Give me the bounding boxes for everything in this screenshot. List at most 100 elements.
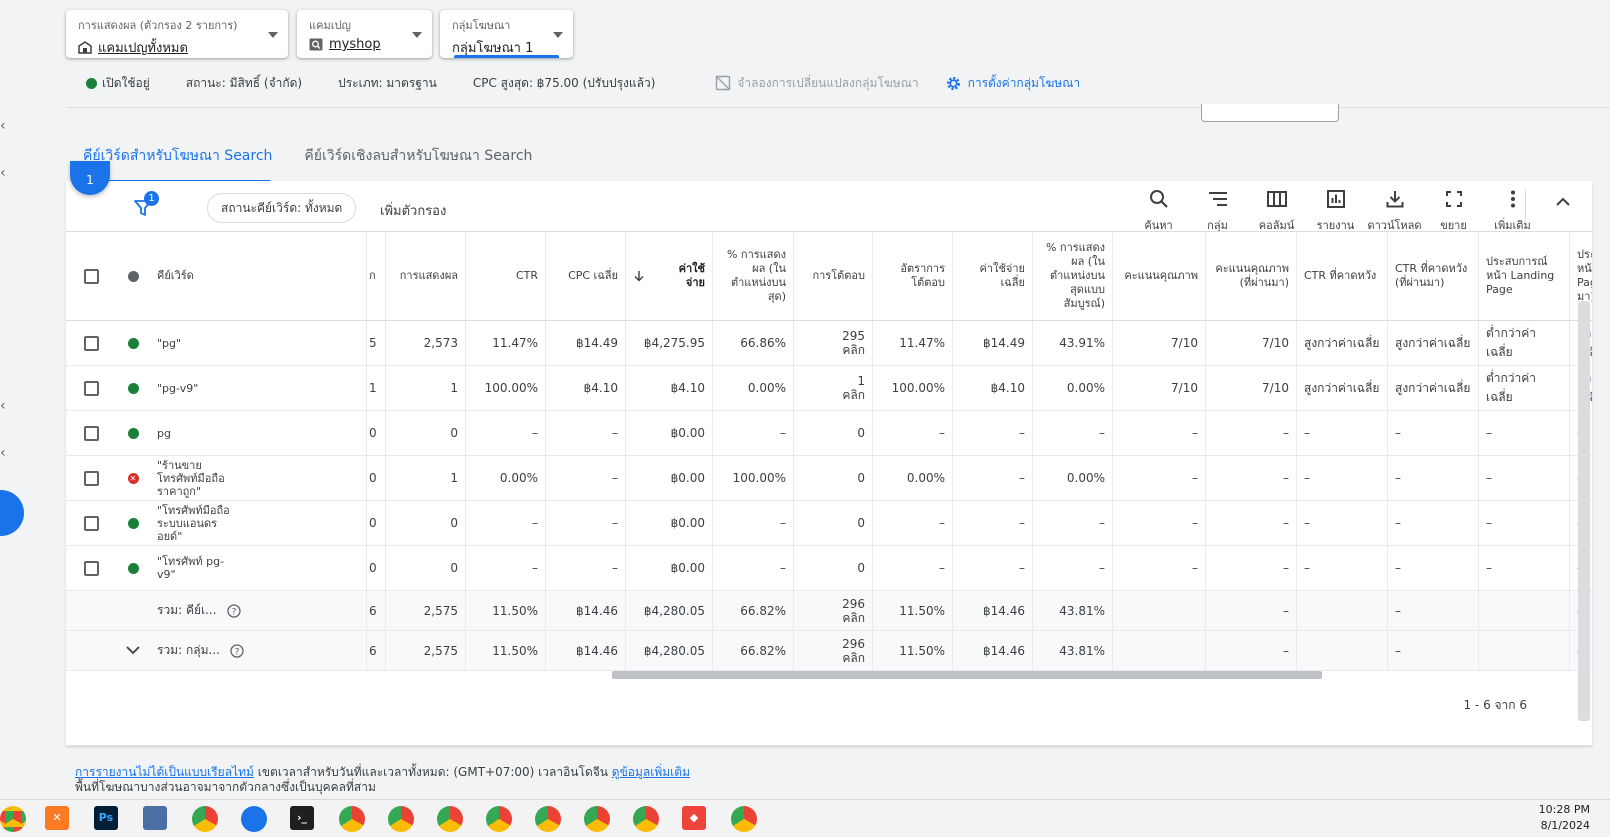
chrome-icon[interactable] [388, 806, 414, 832]
header-interactions[interactable]: การโต้ตอบ [794, 232, 873, 320]
keyword-text[interactable]: "โทรศัพท์ pg- v9" [150, 546, 367, 590]
help-icon[interactable]: ? [226, 603, 241, 618]
table-row[interactable]: "pg-v9" 1 1 100.00% ฿4.10 ฿4.10 0.00% 1 … [66, 366, 1592, 411]
enabled-status-icon[interactable] [127, 517, 139, 529]
hidden-button[interactable] [1201, 104, 1339, 122]
vertical-scrollbar[interactable] [1578, 301, 1590, 721]
header-clicks[interactable]: ก [367, 232, 386, 320]
header-ctr[interactable]: CTR [466, 232, 546, 320]
chrome-icon[interactable] [192, 806, 218, 832]
row-checkbox[interactable] [83, 425, 99, 441]
table-row[interactable]: "pg" 5 2,573 11.47% ฿14.49 ฿4,275.95 66.… [66, 321, 1592, 366]
chrome-icon[interactable] [486, 806, 512, 832]
xampp-icon[interactable]: ✕ [45, 806, 69, 830]
header-avg-cpc[interactable]: CPC เฉลี่ย [546, 232, 626, 320]
chrome-icon[interactable] [535, 806, 561, 832]
chrome-icon[interactable] [0, 806, 26, 832]
impressions-cell: 0 [386, 411, 466, 455]
header-keyword[interactable]: คีย์เวิร์ด [150, 232, 367, 320]
chevron-icon[interactable]: ‹ [0, 398, 6, 414]
store-icon [78, 41, 92, 54]
chrome-icon[interactable] [584, 806, 610, 832]
table-row[interactable]: pg 0 0 – – ฿0.00 – 0 – – – – – – – – – [66, 411, 1592, 456]
header-quality-score[interactable]: คะแนนคุณภาพ [1113, 232, 1206, 320]
chevron-icon[interactable]: ‹ [0, 445, 6, 461]
chrome-icon[interactable] [339, 806, 365, 832]
removed-status-icon[interactable]: ✕ [127, 472, 139, 484]
chrome-icon[interactable] [633, 806, 659, 832]
row-checkbox[interactable] [83, 335, 99, 351]
chevron-down-icon[interactable] [126, 646, 140, 655]
tab-search-keywords[interactable]: คีย์เวิร์ดสำหรับโฆษณา Search [83, 145, 273, 183]
segment-tool-button[interactable]: กลุ่ม [1188, 187, 1247, 234]
keyword-status-filter-chip[interactable]: สถานะคีย์เวิร์ด: ทั้งหมด [207, 193, 357, 223]
report-tool-button[interactable]: รายงาน [1306, 187, 1365, 234]
chrome-icon[interactable] [731, 806, 757, 832]
header-impr-top[interactable]: % การแสดงผล (ในตำแหน่งบนสุด) [713, 232, 794, 320]
expand-tool-button[interactable]: ขยาย [1424, 187, 1483, 234]
header-cost[interactable]: ค่าใช้จ่าย [626, 232, 713, 320]
search-tool-button[interactable]: ค้นหา [1129, 187, 1188, 234]
table-row[interactable]: "โทรศัพท์มือถือ ระบบแอนดร อยด์" 0 0 – – … [66, 501, 1592, 546]
realtime-report-link[interactable]: การรายงานไม่ได้เป็นแบบเรียลไทม์ [75, 765, 254, 779]
header-impr-abs-top[interactable]: % การแสดงผล (ในตำแหน่งบนสุดแบบสัมบูรณ์) [1033, 232, 1113, 320]
select-all-checkbox[interactable] [83, 268, 99, 284]
simulate-changes-link[interactable]: จำลองการเปลี่ยนแปลงกลุ่มโฆษณา [715, 74, 919, 93]
keyword-text[interactable]: pg [150, 411, 367, 455]
fab-button[interactable] [0, 490, 24, 536]
download-tool-button[interactable]: ดาวน์โหลด [1365, 187, 1424, 234]
avg-cpc-cell: – [546, 456, 626, 500]
header-interaction-rate[interactable]: อัตราการโต้ตอบ [873, 232, 953, 320]
system-clock[interactable]: 10:28 PM 8/1/2024 [1539, 802, 1590, 834]
adgroup-selector[interactable]: กลุ่มโฆษณา กลุ่มโฆษณา 1 [440, 10, 573, 58]
enabled-label[interactable]: เปิดใช้อยู่ [102, 74, 150, 93]
keyword-text[interactable]: "โทรศัพท์มือถือ ระบบแอนดร อยด์" [150, 501, 367, 545]
app-icon[interactable] [241, 806, 267, 832]
view-selector[interactable]: การแสดงผล (ตัวกรอง 2 รายการ) แคมเปญทั้งห… [66, 10, 288, 58]
more-tool-button[interactable]: เพิ่มเติม [1483, 187, 1542, 234]
chrome-icon[interactable] [437, 806, 463, 832]
toolbar-tools: ค้นหา กลุ่ม คอลัมน์ รายงาน ดาวน์โหลด ขยา… [1129, 187, 1542, 234]
learn-more-link[interactable]: ดูข้อมูลเพิ่มเติม [612, 765, 690, 779]
row-checkbox[interactable] [83, 470, 99, 486]
horizontal-scrollbar[interactable] [612, 671, 1322, 679]
enabled-status-icon[interactable] [127, 337, 139, 349]
table-row[interactable]: ✕ "ร้านขาย โทรศัพท์มือถือ ราคาถูก" 0 1 0… [66, 456, 1592, 501]
enabled-status-icon[interactable] [127, 427, 139, 439]
row-checkbox[interactable] [83, 560, 99, 576]
keyword-text[interactable]: "ร้านขาย โทรศัพท์มือถือ ราคาถูก" [150, 456, 367, 500]
table-row[interactable]: "โทรศัพท์ pg- v9" 0 0 – – ฿0.00 – 0 – – … [66, 546, 1592, 591]
keyword-text[interactable]: "pg-v9" [150, 366, 367, 410]
terminal-icon[interactable]: ›_ [290, 806, 314, 830]
header-cost-label: ค่าใช้จ่าย [678, 262, 705, 289]
help-icon[interactable]: ? [230, 643, 244, 658]
row-checkbox[interactable] [83, 380, 99, 396]
anydesk-icon[interactable]: ◆ [682, 806, 706, 830]
campaign-selector[interactable]: แคมเปญ myshop [297, 10, 432, 58]
chevron-icon[interactable]: ‹ [0, 118, 6, 134]
divider [66, 745, 1592, 746]
header-exp-ctr[interactable]: CTR ที่คาดหวัง [1297, 232, 1388, 320]
chevron-up-icon[interactable] [1556, 197, 1570, 207]
enabled-status-icon[interactable] [127, 382, 139, 394]
tab-negative-keywords[interactable]: คีย์เวิร์ดเชิงลบสำหรับโฆษณา Search [304, 145, 532, 181]
header-exp-ctr-hist[interactable]: CTR ที่คาดหวัง (ที่ผ่านมา) [1388, 232, 1479, 320]
exp-ctr-cell: – [1297, 456, 1388, 500]
header-avg-cost[interactable]: ค่าใช้จ่ายเฉลี่ย [953, 232, 1033, 320]
photoshop-icon[interactable]: Ps [94, 806, 118, 830]
interaction-rate-cell: 0.00% [873, 456, 953, 500]
columns-tool-button[interactable]: คอลัมน์ [1247, 187, 1306, 234]
exp-ctr-hist-cell: – [1388, 456, 1479, 500]
enabled-status-icon[interactable] [127, 562, 139, 574]
total-row: รวม: กลุ่ม... ? 6 2,575 11.50% ฿14.46 ฿4… [66, 631, 1592, 671]
header-quality-score-hist[interactable]: คะแนนคุณภาพ (ที่ผ่านมา) [1206, 232, 1297, 320]
adgroup-status-bar: เปิดใช้อยู่ สถานะ: มีสิทธิ์ (จำกัด) ประเ… [86, 73, 1080, 93]
adgroup-settings-link[interactable]: การตั้งค่ากลุ่มโฆษณา [945, 74, 1080, 93]
row-checkbox[interactable] [83, 515, 99, 531]
app-icon[interactable] [143, 806, 167, 830]
chevron-icon[interactable]: ‹ [0, 165, 6, 181]
header-impressions[interactable]: การแสดงผล [386, 232, 466, 320]
header-lp-exp[interactable]: ประสบการณ์หน้า Landing Page [1479, 232, 1570, 320]
add-filter-button[interactable]: เพิ่มตัวกรอง [380, 200, 446, 221]
keyword-text[interactable]: "pg" [150, 321, 367, 365]
